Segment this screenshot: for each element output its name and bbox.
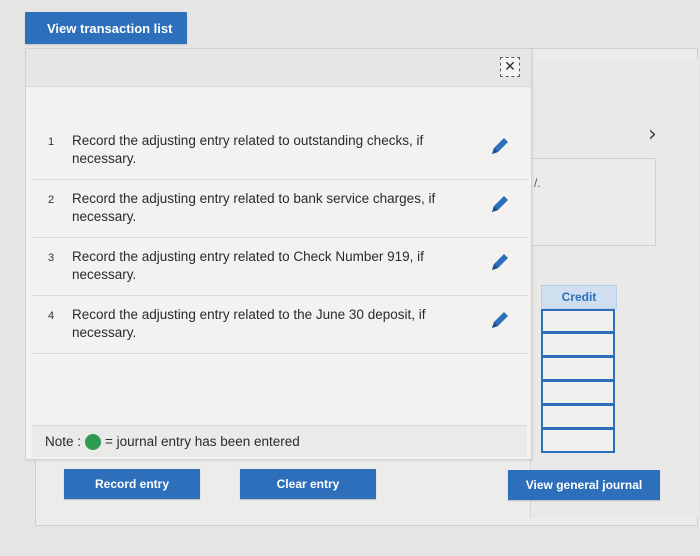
record-entry-button[interactable]: Record entry bbox=[64, 469, 200, 499]
task-description: Record the adjusting entry related to ou… bbox=[72, 133, 424, 166]
close-icon[interactable]: ✕ bbox=[500, 57, 520, 77]
entered-status-dot-icon bbox=[85, 433, 102, 450]
credit-cell[interactable] bbox=[541, 381, 615, 405]
task-row[interactable]: 2 Record the adjusting entry related to … bbox=[32, 180, 527, 238]
task-row[interactable]: 4 Record the adjusting entry related to … bbox=[32, 296, 527, 354]
task-description: Record the adjusting entry related to ba… bbox=[72, 191, 436, 224]
credit-cell[interactable] bbox=[541, 429, 615, 453]
record-entry-label: Record entry bbox=[94, 477, 170, 491]
note-prefix: Note : bbox=[45, 434, 82, 449]
credit-column-header: Credit bbox=[541, 285, 617, 309]
legend-note: Note : = journal entry has been entered bbox=[32, 425, 527, 457]
credit-cell[interactable] bbox=[541, 357, 615, 381]
pencil-icon[interactable] bbox=[488, 308, 512, 332]
clear-entry-label: Clear entry bbox=[276, 477, 340, 491]
credit-cell[interactable] bbox=[541, 309, 615, 333]
task-row[interactable]: 3 Record the adjusting entry related to … bbox=[32, 238, 527, 296]
view-general-journal-button[interactable]: View general journal bbox=[508, 470, 660, 500]
view-general-journal-label: View general journal bbox=[525, 478, 643, 492]
credit-cell[interactable] bbox=[541, 333, 615, 357]
task-row[interactable]: 1 Record the adjusting entry related to … bbox=[32, 122, 527, 180]
task-description: Record the adjusting entry related to Ch… bbox=[72, 249, 424, 282]
view-transaction-list-button[interactable]: View transaction list bbox=[25, 12, 187, 44]
chevron-right-icon[interactable]: › bbox=[648, 122, 657, 147]
panel-header: ✕ bbox=[26, 49, 531, 87]
task-number: 2 bbox=[48, 194, 55, 206]
task-number: 4 bbox=[48, 310, 55, 322]
task-number: 1 bbox=[48, 136, 55, 148]
note-suffix: = journal entry has been entered bbox=[105, 434, 300, 449]
transaction-list-panel: ✕ 1 Record the adjusting entry related t… bbox=[25, 48, 532, 460]
credit-header-label: Credit bbox=[561, 290, 597, 304]
pencil-icon[interactable] bbox=[488, 192, 512, 216]
task-description: Record the adjusting entry related to th… bbox=[72, 307, 426, 340]
view-transaction-list-label: View transaction list bbox=[47, 20, 173, 36]
credit-cell[interactable] bbox=[541, 405, 615, 429]
task-number: 3 bbox=[48, 252, 55, 264]
pencil-icon[interactable] bbox=[488, 250, 512, 274]
credit-column-cells bbox=[527, 309, 615, 453]
background-text-box bbox=[530, 158, 656, 246]
clear-entry-button[interactable]: Clear entry bbox=[240, 469, 376, 499]
background-text-fragment: /. bbox=[534, 176, 541, 190]
pencil-icon[interactable] bbox=[488, 134, 512, 158]
